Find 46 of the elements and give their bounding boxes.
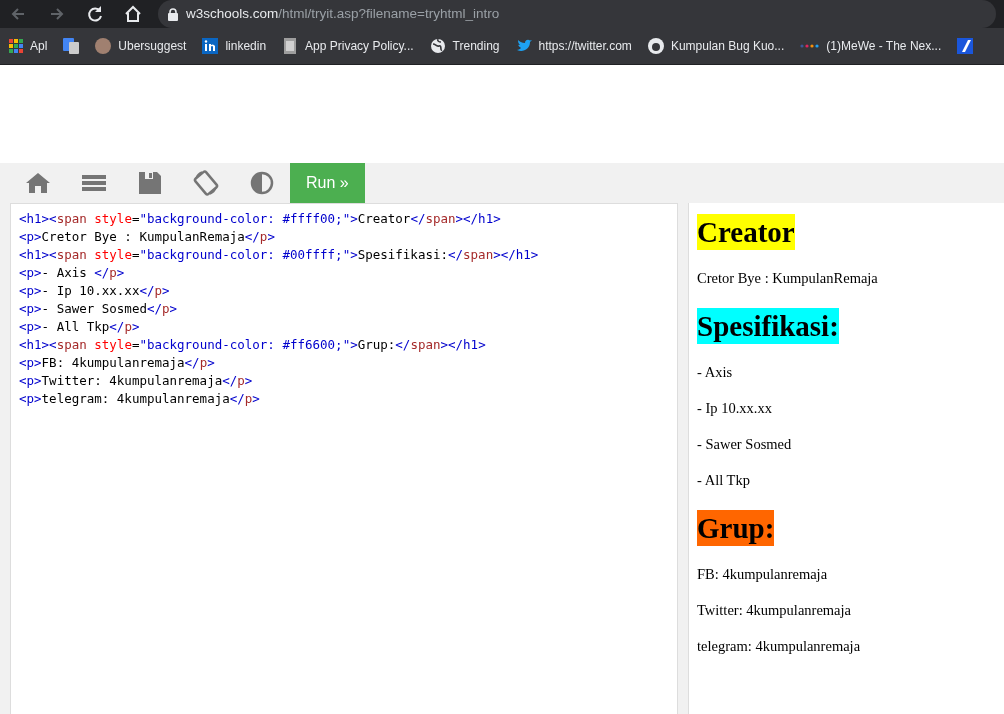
code-line: <p>- All Tkp</p> [19,318,141,336]
bookmark[interactable]: Apl [0,28,55,64]
code-line: <p>- Axis </p> [19,264,126,282]
apps-grid-icon [9,39,23,53]
code-line: <h1><span style="background-color: #ff6600;">Grup:</span></h1> [19,336,487,354]
bookmark[interactable]: (1)MeWe - The Nex... [791,28,949,64]
bird-icon [515,38,532,54]
paragraph: telegram: 4kumpulanremaja [697,637,862,656]
contrast-icon [249,170,275,196]
bookmark[interactable]: Trending [420,28,507,64]
code-editor[interactable] [10,203,678,714]
code-line: <p>Twitter: 4kumpulanremaja</p> [19,372,254,390]
heading: Spesifikasi: [697,308,839,344]
slash-logo-icon [957,38,974,54]
url-text: w3schools.com/html/tryit.asp?filename=tryhtml_intro [186,4,500,23]
code-line: <p>- Sawer Sosmed</p> [19,300,179,318]
code-line: <h1><span style="background-color: #00ffff;">Spesifikasi:</span></h1> [19,246,540,264]
home-icon [25,170,51,196]
bookmark[interactable]: Kumpulan Bug Kuo... [638,28,792,64]
heading: Creator [697,214,795,250]
document-icon [282,38,299,54]
avatar-icon [95,38,112,54]
round-logo-icon [647,38,664,54]
paragraph: FB: 4kumpulanremaja [697,565,829,584]
paragraph: Cretor Bye : KumpulanRemaja [697,269,879,288]
rotate-device-icon [193,170,219,196]
address-bar[interactable]: w3schools.com/html/tryit.asp?filename=tryhtml_intro [158,0,996,28]
code-line: <p>Cretor Bye : KumpulanRemaja</p> [19,228,276,246]
bookmark[interactable]: App Privacy Policy... [273,28,421,64]
code-line: <p>telegram: 4kumpulanremaja</p> [19,390,261,408]
lock-icon [168,7,178,21]
heading: Grup: [697,510,775,546]
code-line: <h1><span style="background-color: #ffff00;">Creator</span></h1> [19,210,502,228]
globe-icon [429,38,446,54]
paragraph: Twitter: 4kumpulanremaja [697,601,852,620]
bookmark[interactable]: Ubersuggest [86,28,194,64]
bookmark[interactable]: linkedin [193,28,274,64]
paragraph: - All Tkp [697,471,751,490]
translate-icon [63,38,80,54]
paragraph: - Ip 10.xx.xx [697,399,773,418]
bookmark[interactable]: https://twitter.com [506,28,639,64]
linkedin-icon [202,38,219,54]
code-line: <p>- Ip 10.xx.xx</p> [19,282,171,300]
paragraph: - Sawer Sosmed [697,435,793,454]
code-line: <p>FB: 4kumpulanremaja</p> [19,354,216,372]
paragraph: - Axis [697,363,734,382]
